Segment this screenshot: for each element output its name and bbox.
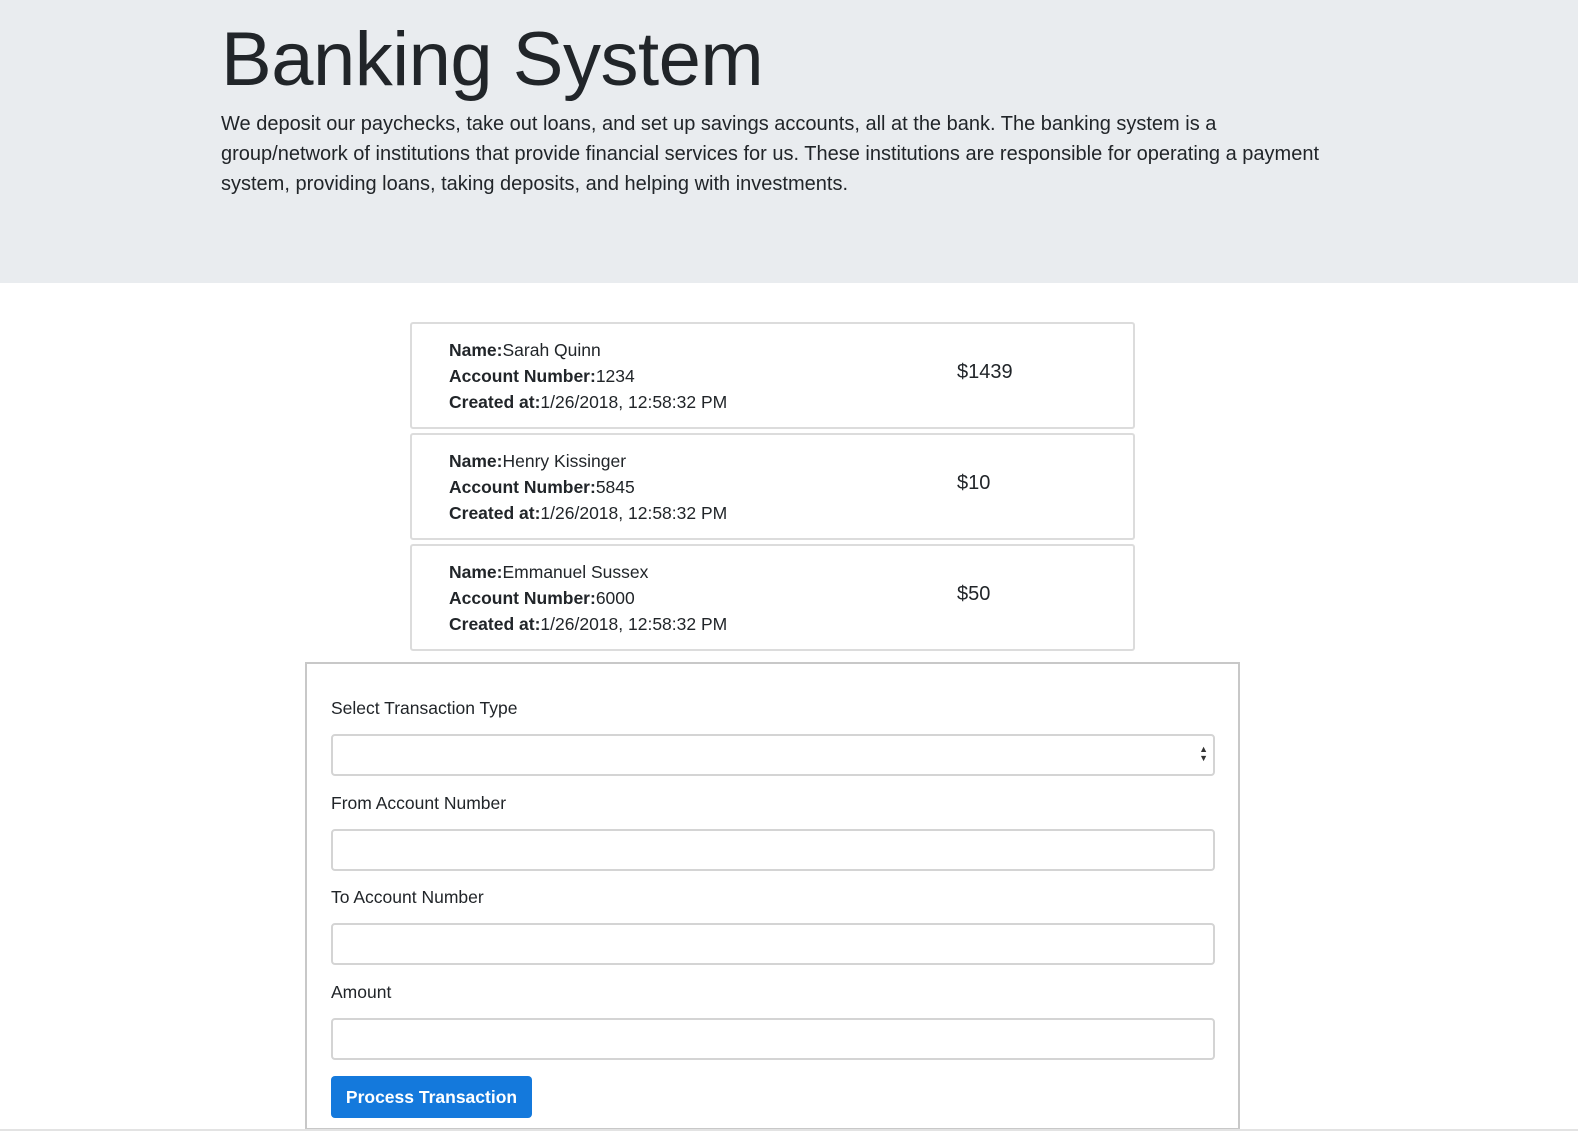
account-card: Name:Henry Kissinger Account Number:5845… (410, 433, 1135, 540)
amount-group: Amount (331, 982, 1215, 1060)
process-transaction-button[interactable]: Process Transaction (331, 1076, 532, 1118)
jumbotron-content: Banking System We deposit our paychecks,… (221, 14, 1331, 199)
account-number-row: Account Number:5845 (449, 474, 727, 500)
account-name-row: Name:Emmanuel Sussex (449, 559, 727, 585)
account-info: Name:Henry Kissinger Account Number:5845… (449, 448, 727, 526)
account-name: Emmanuel Sussex (502, 562, 649, 582)
account-number-label: Account Number: (449, 477, 596, 497)
created-at-row: Created at:1/26/2018, 12:58:32 PM (449, 389, 727, 415)
created-at-label: Created at: (449, 614, 541, 634)
created-at-label: Created at: (449, 503, 541, 523)
created-at: 1/26/2018, 12:58:32 PM (540, 503, 728, 523)
to-account-input[interactable] (331, 923, 1215, 965)
account-name: Henry Kissinger (502, 451, 627, 471)
account-info: Name:Emmanuel Sussex Account Number:6000… (449, 559, 727, 637)
account-number: 1234 (595, 366, 635, 386)
created-at-row: Created at:1/26/2018, 12:58:32 PM (449, 611, 727, 637)
account-number-row: Account Number:6000 (449, 585, 727, 611)
name-label: Name: (449, 340, 503, 360)
account-number-label: Account Number: (449, 588, 596, 608)
transaction-type-label: Select Transaction Type (331, 698, 518, 718)
created-at: 1/26/2018, 12:58:32 PM (540, 392, 728, 412)
account-number: 5845 (595, 477, 635, 497)
amount-label: Amount (331, 982, 392, 1002)
account-list: Name:Sarah Quinn Account Number:1234 Cre… (410, 322, 1135, 655)
from-account-group: From Account Number (331, 793, 1215, 871)
amount-input[interactable] (331, 1018, 1215, 1060)
account-info: Name:Sarah Quinn Account Number:1234 Cre… (449, 337, 727, 415)
account-name-row: Name:Sarah Quinn (449, 337, 727, 363)
created-at: 1/26/2018, 12:58:32 PM (540, 614, 728, 634)
account-name: Sarah Quinn (502, 340, 601, 360)
account-number: 6000 (595, 588, 635, 608)
from-account-label: From Account Number (331, 793, 507, 813)
select-arrows-icon: ▲ ▼ (1199, 744, 1208, 763)
transaction-type-wrap: ▲ ▼ (331, 734, 1215, 776)
name-label: Name: (449, 451, 503, 471)
transaction-type-group: Select Transaction Type ▲ ▼ (331, 698, 1215, 776)
account-card: Name:Emmanuel Sussex Account Number:6000… (410, 544, 1135, 651)
created-at-label: Created at: (449, 392, 541, 412)
account-number-label: Account Number: (449, 366, 596, 386)
account-balance: $1439 (957, 361, 1013, 383)
account-balance: $50 (957, 583, 991, 605)
account-number-row: Account Number:1234 (449, 363, 727, 389)
name-label: Name: (449, 562, 503, 582)
page-title: Banking System (221, 17, 764, 102)
created-at-row: Created at:1/26/2018, 12:58:32 PM (449, 500, 727, 526)
from-account-input[interactable] (331, 829, 1215, 871)
account-name-row: Name:Henry Kissinger (449, 448, 727, 474)
transaction-type-select[interactable] (331, 734, 1215, 776)
account-card: Name:Sarah Quinn Account Number:1234 Cre… (410, 322, 1135, 429)
transaction-form: Select Transaction Type ▲ ▼ From Account … (305, 662, 1240, 1130)
bottom-divider (0, 1129, 1578, 1131)
to-account-group: To Account Number (331, 887, 1215, 965)
page-description: We deposit our paychecks, take out loans… (221, 113, 1319, 196)
account-balance: $10 (957, 472, 991, 494)
to-account-label: To Account Number (331, 887, 484, 907)
jumbotron: Banking System We deposit our paychecks,… (0, 0, 1578, 283)
